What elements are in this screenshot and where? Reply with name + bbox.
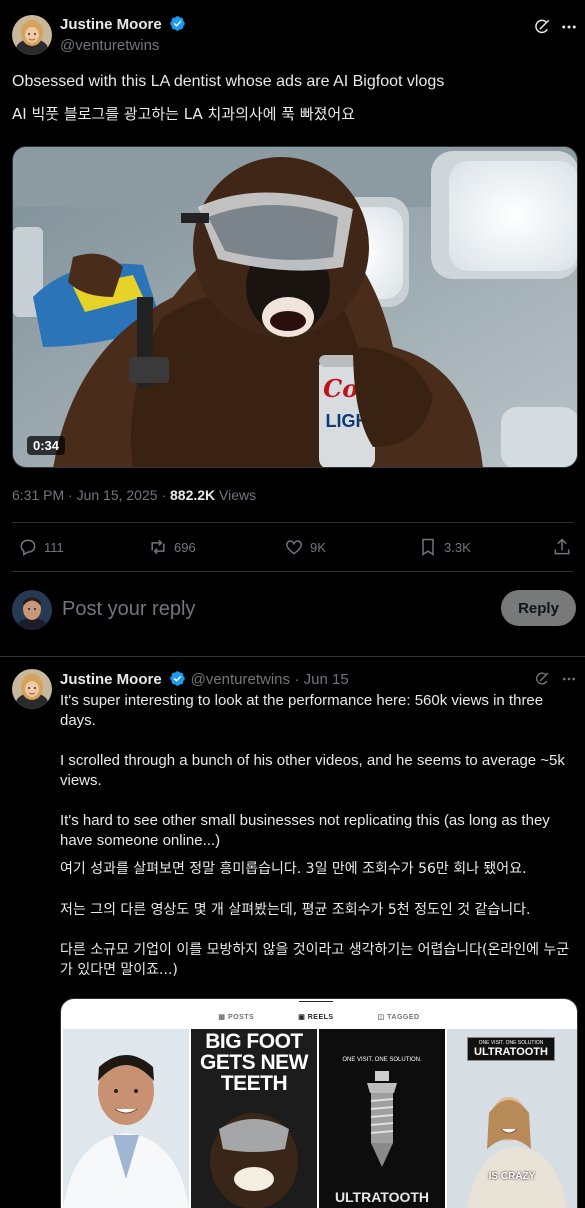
reply-header: Justine Moore @venturetwins · Jun 15 [60,670,349,689]
grok-icon[interactable] [531,16,553,38]
reply-paragraph-3: It's hard to see other small businesses … [60,812,550,849]
reply-paragraph-2: I scrolled through a bunch of his other … [60,752,565,789]
tab-tagged: ◫ TAGGED [377,1014,420,1021]
repost-action[interactable]: 696 [148,537,196,557]
more-options-icon[interactable] [559,16,579,38]
video-duration: 0:34 [33,438,60,453]
share-icon [554,538,570,555]
author-name[interactable]: Justine Moore [60,16,162,33]
verified-badge-icon [170,16,185,31]
reply-paragraph-1: It's super interesting to look at the pe… [60,692,544,729]
like-action[interactable]: 9K [284,537,326,557]
divider [12,522,573,523]
reply-author-avatar[interactable] [12,669,52,709]
bookmark-icon [422,538,434,556]
reply-input[interactable]: Post your reply [62,598,195,621]
reel-caption: IS CRAZY [488,1171,536,1182]
tweet-meta: 6:31 PM · Jun 15, 2025 · 882.2K Views [12,487,256,503]
reel-headline: BIG FOOT GETS NEW TEETH [199,1030,309,1095]
user-avatar[interactable] [12,590,52,630]
author-avatar[interactable] [12,15,52,55]
repost-count: 696 [174,539,196,555]
tab-posts: ▦ POSTS [218,1014,255,1021]
reply-translation-3: 다른 소규모 기업이 이를 모방하지 않을 것이라고 생각하기는 어렵습니다(온… [60,942,570,978]
reel-tile-1[interactable] [63,1029,189,1208]
more-options-icon[interactable] [559,669,579,689]
tweet-text-translation: AI 빅풋 블로그를 광고하는 LA 치과의사에 푹 빠졌어요 [12,105,356,123]
video-thumbnail: Cor LIGH [13,147,577,467]
share-action[interactable] [552,537,572,557]
reply-translation-2: 저는 그의 다른 영상도 몇 개 살펴봤는데, 평균 조회수가 5천 정도인 것… [60,902,531,918]
reel-brand-2: ULTRATOOTH [474,1046,548,1058]
reply-author-handle[interactable]: @venturetwins [191,671,290,688]
reply-button[interactable]: Reply [501,590,576,626]
like-count: 9K [310,539,326,555]
active-tab-indicator [299,1001,333,1002]
embedded-image[interactable]: ▦ POSTS ▣ REELS ◫ TAGGED BIG FOOT GETS N… [60,998,578,1208]
reply-author-name[interactable]: Justine Moore [60,671,162,688]
grok-icon[interactable] [531,669,553,689]
tweet-text: Obsessed with this LA dentist whose ads … [12,73,445,90]
divider [0,656,585,657]
video-player[interactable]: Cor LIGH 0:34 [12,146,578,468]
verified-badge-icon [170,671,185,686]
tab-reels: ▣ REELS [298,1014,334,1021]
repost-icon [151,539,165,555]
reel-brand: ULTRATOOTH [334,1189,430,1205]
reel-tile-3[interactable]: ONE VISIT. ONE SOLUTION. ULTRATOOTH [319,1029,445,1208]
reply-count: 111 [44,539,64,555]
reply-action[interactable]: 111 [18,537,64,557]
reel-brand-box: ONE VISIT. ONE SOLUTION ULTRATOOTH [467,1037,555,1061]
meta-separator: · [161,487,167,503]
tweet-timestamp[interactable]: 6:31 PM · Jun 15, 2025 [12,487,158,503]
reel-tile-4[interactable]: ONE VISIT. ONE SOLUTION ULTRATOOTH IS CR… [447,1029,577,1208]
heart-icon [285,540,303,555]
reply-button-label: Reply [518,599,559,617]
profile-tabs: ▦ POSTS ▣ REELS ◫ TAGGED [61,1013,577,1021]
reply-translation-1: 여기 성과를 살펴보면 정말 흥미롭습니다. 3일 만에 조회수가 56만 회나… [60,861,527,877]
views-label: Views [219,487,257,503]
video-duration-badge: 0:34 [27,436,66,455]
implant-icon [367,1071,397,1167]
views-count: 882.2K [170,487,216,503]
bookmark-action[interactable]: 3.3K [418,537,471,557]
reply-icon [20,539,36,556]
divider [12,571,573,572]
author-handle[interactable]: @venturetwins [60,37,159,54]
reply-date[interactable]: · Jun 15 [294,671,348,688]
reel-tagline: ONE VISIT. ONE SOLUTION. [342,1057,422,1063]
bookmark-count: 3.3K [444,539,471,555]
reel-tile-2[interactable]: BIG FOOT GETS NEW TEETH [191,1029,317,1208]
